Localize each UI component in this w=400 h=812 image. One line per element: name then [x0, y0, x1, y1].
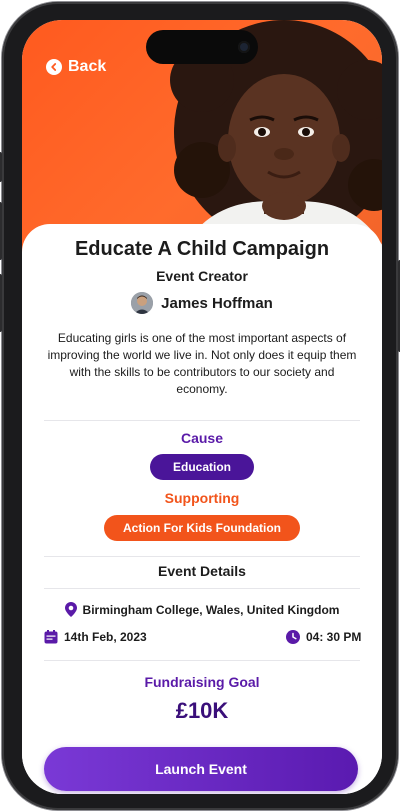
cause-label: Cause	[180, 430, 224, 446]
launch-event-button[interactable]: Launch Event	[44, 747, 358, 791]
location-pin-icon	[64, 602, 77, 617]
back-label: Back	[68, 58, 107, 75]
event-description: Educating girls is one of the most impor…	[47, 331, 357, 396]
dynamic-island	[146, 30, 258, 64]
cause-pill[interactable]: Education	[150, 454, 254, 480]
action-button	[0, 152, 2, 182]
chevron-left-icon	[46, 59, 62, 75]
app-screen: Back Educate A Child Campaign Event Crea…	[22, 20, 382, 794]
supporting-pill[interactable]: Action For Kids Foundation	[104, 515, 300, 541]
event-details-heading: Event Details	[158, 563, 246, 579]
creator-heading: Event Creator	[156, 268, 248, 284]
clock-icon	[286, 630, 300, 644]
divider	[44, 588, 360, 589]
creator-name: James Hoffman	[161, 294, 273, 312]
event-time: 04: 30 PM	[286, 630, 361, 644]
event-card: Educate A Child Campaign Event Creator J…	[22, 224, 382, 794]
event-location: Birmingham College, Wales, United Kingdo…	[22, 602, 382, 617]
fundraising-goal-value: £10K	[175, 698, 229, 723]
calendar-icon	[44, 630, 58, 644]
supporting-label: Supporting	[164, 490, 240, 506]
event-date: 14th Feb, 2023	[44, 630, 147, 644]
location-text: Birmingham College, Wales, United Kingdo…	[82, 602, 340, 617]
front-camera	[238, 41, 250, 53]
event-title: Educate A Child Campaign	[74, 238, 330, 260]
date-text: 14th Feb, 2023	[64, 630, 147, 644]
back-button[interactable]: Back	[46, 58, 106, 76]
fundraising-goal-label: Fundraising Goal	[144, 674, 260, 690]
divider	[44, 660, 360, 661]
phone-frame: Back Educate A Child Campaign Event Crea…	[0, 2, 400, 810]
time-text: 04: 30 PM	[306, 630, 362, 644]
volume-down-button	[0, 274, 2, 332]
divider	[44, 556, 360, 557]
creator-profile[interactable]: James Hoffman	[22, 292, 382, 314]
volume-up-button	[0, 202, 2, 260]
avatar	[131, 292, 154, 314]
divider	[44, 420, 360, 421]
